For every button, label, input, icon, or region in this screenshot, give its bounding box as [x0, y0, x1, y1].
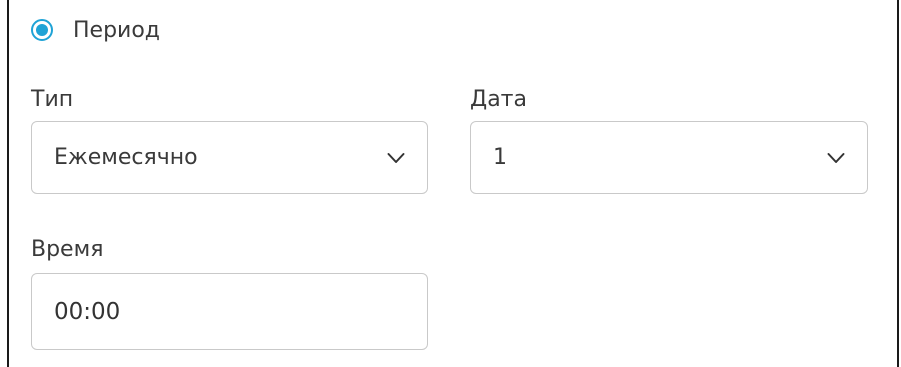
date-select-value: 1 — [493, 145, 507, 170]
time-input-value: 00:00 — [54, 298, 121, 325]
period-label: Период — [73, 17, 161, 43]
radio-selected-dot — [36, 24, 48, 36]
date-select[interactable]: 1 — [470, 121, 868, 194]
chevron-down-icon — [387, 152, 405, 163]
date-label: Дата — [470, 87, 527, 112]
radio-button[interactable] — [31, 19, 53, 41]
type-select-value: Ежемесячно — [54, 145, 198, 170]
type-select[interactable]: Ежемесячно — [31, 121, 428, 194]
chevron-down-icon — [827, 152, 845, 163]
type-label: Тип — [31, 87, 74, 112]
period-radio-option[interactable]: Период — [31, 16, 160, 44]
time-input[interactable]: 00:00 — [31, 273, 428, 350]
time-label: Время — [31, 237, 104, 262]
